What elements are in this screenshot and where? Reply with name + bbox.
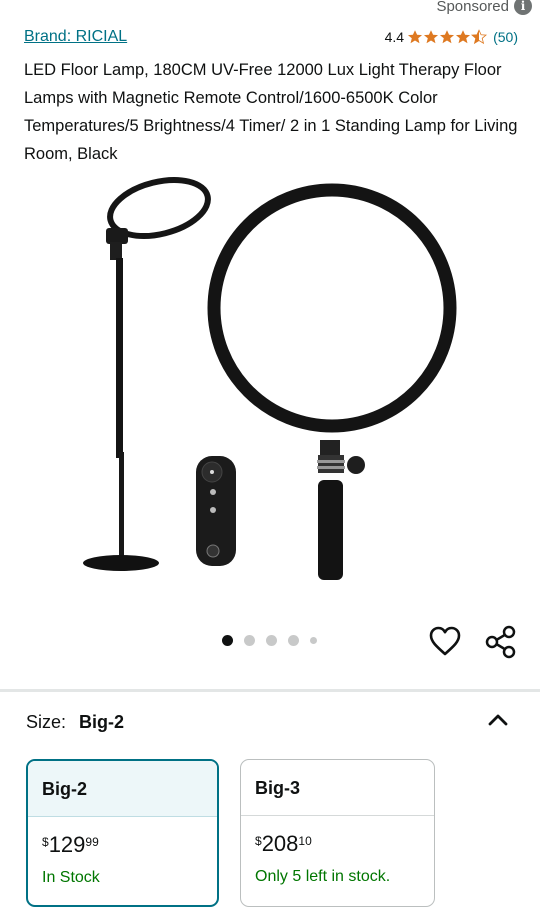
star-rating: [407, 29, 488, 45]
carousel-dot-1[interactable]: [222, 635, 233, 646]
size-option-big-3[interactable]: Big-3 $ 208 10 Only 5 left in stock.: [240, 759, 435, 907]
review-count-link[interactable]: (50): [493, 29, 518, 45]
star-icon: [408, 30, 423, 44]
brand-link[interactable]: Brand: RICIAL: [24, 28, 127, 46]
rating[interactable]: 4.4 (50): [385, 29, 518, 45]
carousel-dot-5[interactable]: [310, 637, 317, 644]
sponsored-text: Sponsored: [436, 0, 509, 15]
option-name: Big-2: [28, 761, 217, 817]
product-title[interactable]: LED Floor Lamp, 180CM UV-Free 12000 Lux …: [24, 56, 524, 168]
price-symbol: $: [255, 834, 262, 848]
option-stock-status: Only 5 left in stock.: [255, 868, 391, 885]
option-price: $ 208 10: [241, 816, 434, 857]
size-selected-value: Big-2: [79, 712, 125, 732]
sponsored-label[interactable]: Sponsored i: [436, 0, 532, 15]
price-whole: 208: [261, 831, 299, 856]
size-option-big-2[interactable]: Big-2 $ 129 99 In Stock: [26, 759, 219, 907]
price-fraction: 10: [298, 834, 312, 848]
info-icon[interactable]: i: [514, 0, 532, 15]
price-fraction: 99: [85, 835, 99, 849]
share-icon[interactable]: [484, 625, 518, 659]
size-label: Size:: [26, 712, 67, 732]
price-symbol: $: [42, 835, 49, 849]
price-whole: 129: [48, 832, 86, 857]
carousel-dot-2[interactable]: [244, 635, 255, 646]
star-icon: [440, 30, 455, 44]
product-image[interactable]: [0, 170, 540, 600]
ring-light-illustration: [207, 183, 457, 580]
carousel-dot-4[interactable]: [288, 635, 299, 646]
rating-value: 4.4: [384, 29, 405, 45]
section-divider: [0, 689, 540, 692]
option-price: $ 129 99: [28, 817, 217, 858]
half-star-icon: [471, 29, 488, 45]
brand-rating-row: Brand: RICIAL 4.4 (50): [24, 28, 518, 46]
option-stock-status: In Stock: [42, 869, 100, 886]
chevron-up-icon[interactable]: [486, 708, 510, 730]
heart-icon[interactable]: [428, 625, 462, 657]
carousel-dots[interactable]: [222, 635, 317, 646]
floor-lamp-illustration: [83, 177, 211, 571]
option-name: Big-3: [241, 760, 434, 816]
remote-control-illustration: [196, 456, 236, 566]
size-selector-header[interactable]: Size: Big-2: [26, 712, 124, 733]
star-icon: [456, 30, 471, 44]
star-icon: [424, 30, 439, 44]
carousel-dot-3[interactable]: [266, 635, 277, 646]
